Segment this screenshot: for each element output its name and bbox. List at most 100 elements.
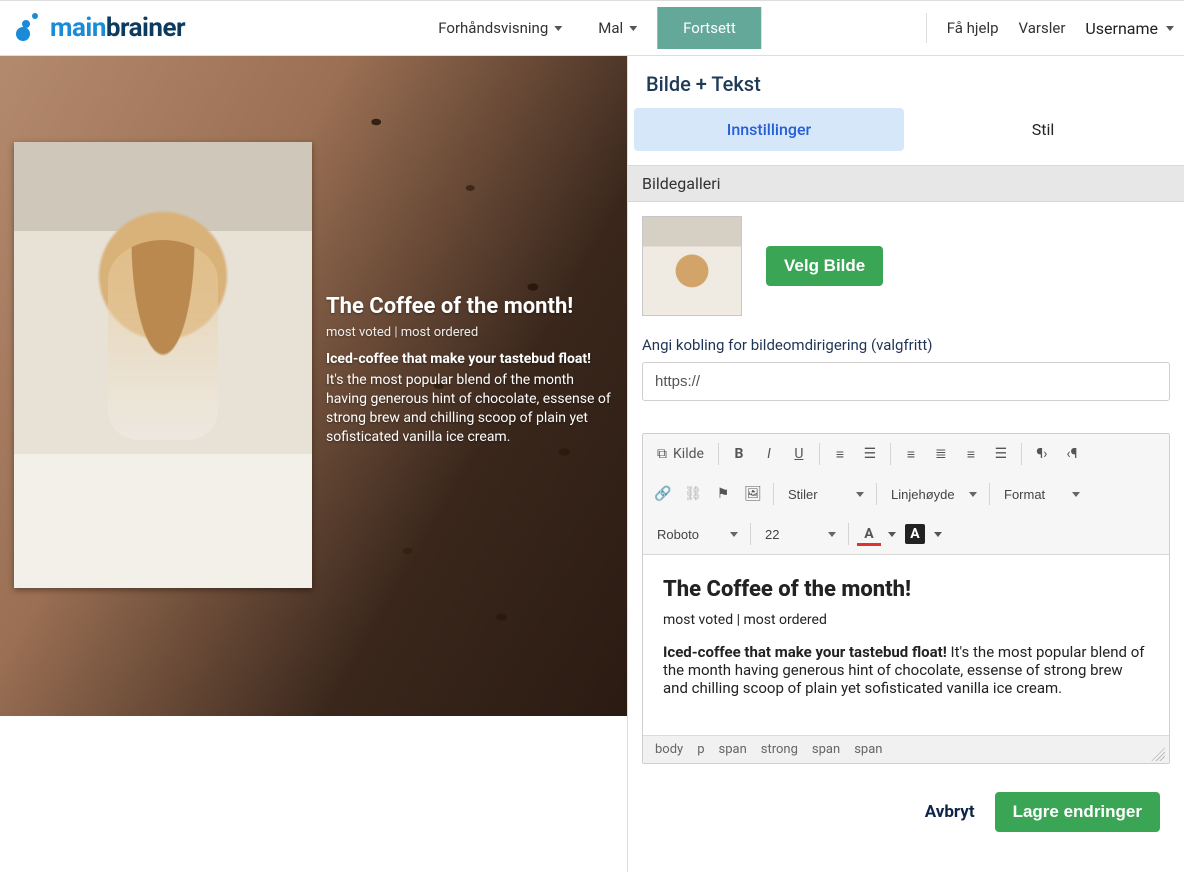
panel-tabs: Innstillinger Stil	[628, 108, 1184, 151]
hero-body: It's the most popular blend of the month…	[326, 371, 616, 447]
ordered-list-icon: ≡	[836, 446, 844, 463]
align-right-icon: ≡	[967, 446, 975, 463]
path-item[interactable]: strong	[761, 742, 798, 757]
align-center-icon: ≣	[935, 446, 947, 462]
ordered-list-button[interactable]: ≡	[826, 440, 854, 468]
username-label: Username	[1085, 19, 1158, 38]
source-button[interactable]: ⧉ Kilde	[649, 440, 712, 468]
path-item[interactable]: span	[719, 742, 747, 757]
nav-template-label: Mal	[598, 19, 623, 37]
top-bar: mainbrainer Forhåndsvisning Mal Fortsett…	[0, 0, 1184, 56]
nav-right: Få hjelp Varsler Username	[926, 13, 1174, 43]
unlink-button[interactable]: ⛓	[679, 480, 707, 508]
canvas-preview[interactable]: The Coffee of the month! most voted | mo…	[0, 56, 627, 716]
editor-element-path: body p span strong span span	[643, 735, 1169, 763]
chevron-down-icon	[888, 532, 896, 537]
path-item[interactable]: span	[812, 742, 840, 757]
editor-content[interactable]: The Coffee of the month! most voted | mo…	[643, 555, 1169, 735]
rich-text-editor: ⧉ Kilde B I U ≡ ☰ ≡ ≣ ≡ ☰ ¶› ‹¶	[642, 433, 1170, 764]
workspace: The Coffee of the month! most voted | mo…	[0, 56, 1184, 872]
image-thumbnail[interactable]	[642, 216, 742, 316]
font-select[interactable]: Roboto	[649, 520, 744, 548]
ltr-icon: ¶›	[1036, 446, 1047, 462]
fontsize-select-input[interactable]: 22	[757, 520, 842, 548]
tab-settings[interactable]: Innstillinger	[634, 108, 904, 151]
anchor-button[interactable]: ⚑	[709, 480, 737, 508]
logo[interactable]: mainbrainer	[14, 13, 185, 43]
align-left-icon: ≡	[907, 446, 915, 463]
align-left-button[interactable]: ≡	[897, 440, 925, 468]
panel-footer: Avbryt Lagre endringer	[628, 764, 1184, 872]
hero-subtitle: most voted | most ordered	[326, 325, 616, 340]
separator	[718, 443, 719, 465]
panel-title: Bilde + Tekst	[628, 56, 1184, 108]
path-item[interactable]: span	[854, 742, 882, 757]
continue-button[interactable]: Fortsett	[657, 7, 762, 49]
styles-select-input[interactable]: Stiler	[780, 480, 870, 508]
editor-toolbar: ⧉ Kilde B I U ≡ ☰ ≡ ≣ ≡ ☰ ¶› ‹¶	[643, 434, 1169, 555]
nav-alerts[interactable]: Varsler	[1019, 13, 1066, 43]
nav-preview[interactable]: Forhåndsvisning	[422, 9, 578, 47]
link-button[interactable]: 🔗	[649, 480, 677, 508]
separator	[750, 523, 751, 545]
separator	[989, 483, 990, 505]
align-center-button[interactable]: ≣	[927, 440, 955, 468]
fontsize-select[interactable]: 22	[757, 520, 842, 548]
settings-panel: Bilde + Tekst Innstillinger Stil Bildega…	[627, 56, 1184, 872]
cancel-button[interactable]: Avbryt	[925, 802, 975, 822]
user-menu[interactable]: Username	[1085, 19, 1174, 38]
hero-title: The Coffee of the month!	[326, 294, 616, 319]
separator	[773, 483, 774, 505]
lineheight-select[interactable]: Linjehøyde	[883, 480, 983, 508]
logo-text: mainbrainer	[50, 13, 185, 43]
separator	[848, 523, 849, 545]
unordered-list-icon: ☰	[864, 446, 877, 462]
logo-icon	[14, 13, 44, 43]
editor-bold: Iced-coffee that make your tastebud floa…	[663, 643, 947, 661]
hero-image	[14, 142, 312, 588]
redirect-input[interactable]	[642, 362, 1170, 401]
image-button[interactable]: 🖼	[739, 480, 767, 508]
bold-button[interactable]: B	[725, 440, 753, 468]
separator	[1021, 443, 1022, 465]
chevron-down-icon	[554, 26, 562, 31]
redirect-label: Angi kobling for bildeomdirigering (valg…	[642, 336, 1170, 354]
italic-button[interactable]: I	[755, 440, 783, 468]
tab-style[interactable]: Stil	[908, 108, 1178, 151]
hero-lead: Iced-coffee that make your tastebud floa…	[326, 350, 616, 369]
section-gallery-header: Bildegalleri	[628, 165, 1184, 202]
chevron-down-icon	[629, 26, 637, 31]
save-button[interactable]: Lagre endringer	[995, 792, 1160, 832]
text-color-button[interactable]: A	[855, 520, 883, 548]
source-label: Kilde	[673, 446, 704, 462]
format-select-input[interactable]: Format	[996, 480, 1086, 508]
unordered-list-button[interactable]: ☰	[856, 440, 884, 468]
bg-color-button[interactable]: A	[901, 520, 929, 548]
chevron-down-icon	[934, 532, 942, 537]
underline-button[interactable]: U	[785, 440, 813, 468]
align-right-button[interactable]: ≡	[957, 440, 985, 468]
nav-template[interactable]: Mal	[582, 9, 653, 47]
lineheight-select-input[interactable]: Linjehøyde	[883, 480, 983, 508]
path-item[interactable]: body	[655, 742, 683, 757]
font-select-input[interactable]: Roboto	[649, 520, 744, 548]
flag-icon: ⚑	[717, 486, 730, 502]
format-select[interactable]: Format	[996, 480, 1086, 508]
rtl-button[interactable]: ‹¶	[1058, 440, 1086, 468]
code-icon: ⧉	[657, 446, 667, 462]
hero-text-overlay: The Coffee of the month! most voted | mo…	[326, 294, 616, 446]
image-icon: 🖼	[744, 486, 762, 502]
text-color-dropdown[interactable]	[885, 520, 899, 548]
section-gallery-body: Velg Bilde Angi kobling for bildeomdirig…	[628, 202, 1184, 415]
styles-select[interactable]: Stiler	[780, 480, 870, 508]
choose-image-button[interactable]: Velg Bilde	[766, 246, 883, 286]
editor-sub: most voted | most ordered	[663, 612, 1149, 628]
path-item[interactable]: p	[697, 742, 704, 757]
align-justify-button[interactable]: ☰	[987, 440, 1015, 468]
bg-color-dropdown[interactable]	[931, 520, 945, 548]
resize-handle[interactable]	[1151, 747, 1165, 761]
editor-paragraph: Iced-coffee that make your tastebud floa…	[663, 643, 1149, 697]
nav-center: Forhåndsvisning Mal Fortsett	[422, 7, 761, 49]
nav-help[interactable]: Få hjelp	[947, 13, 999, 43]
ltr-button[interactable]: ¶›	[1028, 440, 1056, 468]
